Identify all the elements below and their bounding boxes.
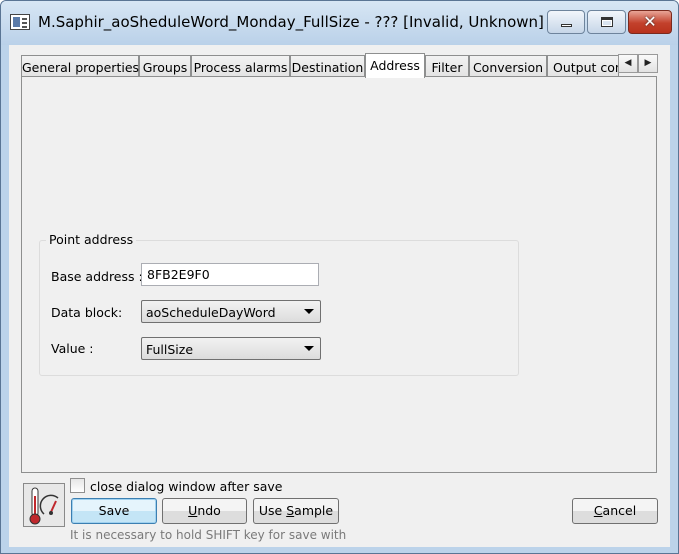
tab-groups[interactable]: Groups	[139, 55, 191, 77]
cancel-button[interactable]: Cancel	[572, 498, 658, 524]
address-tab-panel: Point address Base address : 8FB2E9F0 Da…	[21, 76, 657, 473]
thermometer-gauge-icon	[23, 483, 65, 527]
maximize-button[interactable]	[587, 10, 626, 34]
data-block-select[interactable]: aoScheduleDayWord	[141, 300, 321, 323]
window-title: M.Saphir_aoSheduleWord_Monday_FullSize -…	[38, 13, 548, 31]
cancel-mnemonic: C	[593, 503, 603, 518]
use-sample-mnemonic: S	[286, 503, 295, 518]
value-select-value: FullSize	[146, 342, 194, 357]
tab-scroll-right-icon[interactable]: ▶	[638, 54, 658, 73]
data-block-value: aoScheduleDayWord	[146, 305, 276, 320]
chevron-down-icon	[304, 346, 314, 351]
point-address-group: Point address Base address : 8FB2E9F0 Da…	[39, 232, 519, 376]
use-sample-label: ample	[294, 503, 334, 518]
shift-hint: It is necessary to hold SHIFT key for sa…	[70, 528, 347, 542]
tab-strip: General properties Groups Process alarms…	[21, 53, 661, 78]
undo-mnemonic: U	[188, 503, 198, 518]
data-block-label: Data block:	[51, 305, 123, 320]
tab-output-control[interactable]: Output cont	[547, 55, 619, 77]
app-icon	[10, 14, 30, 30]
value-label: Value :	[51, 341, 94, 356]
use-sample-button[interactable]: Use Sample	[253, 498, 339, 524]
save-button[interactable]: Save	[71, 498, 157, 524]
dialog-client: General properties Groups Process alarms…	[9, 45, 670, 547]
tab-process-alarms[interactable]: Process alarms	[191, 55, 290, 77]
point-address-title: Point address	[46, 232, 137, 247]
tab-destination[interactable]: Destination	[290, 55, 365, 77]
tab-scroll-left-icon[interactable]: ◀	[618, 54, 638, 73]
close-icon: ✕	[643, 12, 657, 31]
dialog-window: M.Saphir_aoSheduleWord_Monday_FullSize -…	[0, 0, 679, 554]
title-bar[interactable]: M.Saphir_aoSheduleWord_Monday_FullSize -…	[1, 1, 678, 45]
chevron-down-icon	[304, 309, 314, 314]
close-after-save-label: close dialog window after save	[90, 479, 283, 494]
minimize-button[interactable]	[547, 10, 585, 34]
undo-button[interactable]: Undo	[162, 498, 247, 524]
minimize-icon	[561, 24, 572, 27]
maximize-icon	[601, 17, 613, 27]
save-button-label: Save	[98, 503, 130, 518]
tab-filter[interactable]: Filter	[425, 55, 469, 77]
value-select[interactable]: FullSize	[141, 337, 321, 360]
close-after-save-checkbox[interactable]	[70, 478, 85, 493]
close-button[interactable]: ✕	[628, 10, 672, 34]
cancel-label: ancel	[602, 503, 637, 518]
tab-address[interactable]: Address	[365, 53, 425, 78]
tab-conversion[interactable]: Conversion	[469, 55, 547, 77]
use-sample-prefix: Use	[258, 503, 287, 518]
base-address-field[interactable]: 8FB2E9F0	[141, 263, 319, 286]
tab-general-properties[interactable]: General properties	[21, 55, 139, 77]
base-address-label: Base address :	[51, 269, 143, 284]
undo-label: ndo	[197, 503, 221, 518]
